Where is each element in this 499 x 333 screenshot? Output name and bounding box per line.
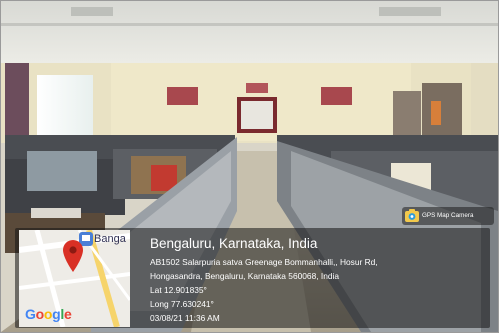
- google-logo: Google: [25, 306, 72, 322]
- datetime-text: 03/08/21 11:36 AM: [150, 313, 220, 323]
- photo-frame: GPS Map Camera Banga Google Bengaluru, K…: [0, 0, 499, 333]
- map-place-label: Banga: [94, 233, 126, 245]
- longitude-text: Long 77.630241°: [150, 299, 214, 309]
- location-title: Bengaluru, Karnataka, India: [150, 236, 318, 251]
- map-pin-icon: [63, 240, 83, 272]
- latitude-text: Lat 12.901835°: [150, 285, 207, 295]
- address-line-1: AB1502 Salarpuria satva Greenage Bommanh…: [150, 257, 378, 267]
- gps-camera-icon: [405, 209, 419, 222]
- app-badge-label: GPS Map Camera: [422, 212, 474, 219]
- address-line-2: Hongasandra, Bengaluru, Karnataka 560068…: [150, 271, 340, 281]
